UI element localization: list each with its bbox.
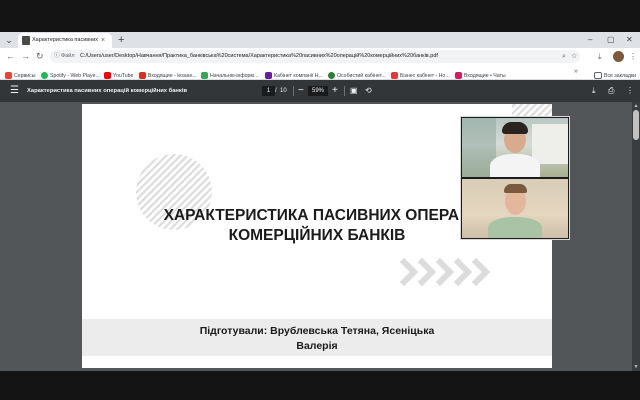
zoom-out-button[interactable]: − (298, 84, 304, 97)
download-icon[interactable]: ⤓ (592, 85, 596, 97)
bookmark-site-icon (201, 72, 208, 80)
address-bar[interactable]: ⓘ Файл C:/Users/user/Desktop/Навчання/Пр… (50, 50, 580, 63)
more-menu-icon[interactable]: ⋮ (629, 51, 637, 62)
site-info-chip[interactable]: ⓘ Файл (54, 52, 75, 61)
pdf-document-title: Характеристика пасивних операцій комерці… (27, 88, 188, 94)
file-chip-label: Файл (61, 53, 75, 59)
slide-authors-band: Підготували: Врублевська Тетяна, Ясеніць… (82, 319, 552, 356)
youtube-icon (104, 72, 111, 80)
more-options-icon[interactable]: ⋮ (626, 85, 634, 97)
scroll-up-arrow-icon[interactable]: ▲ (632, 103, 640, 109)
toolbar-divider (293, 86, 294, 96)
prepared-by-line1: Підготували: Врублевська Тетяна, Ясеніць… (199, 325, 435, 337)
vertical-scrollbar[interactable]: ▲ ▼ (632, 102, 640, 371)
fit-to-page-icon[interactable]: ▣ (350, 85, 358, 97)
maximize-button[interactable]: ▢ (607, 34, 615, 46)
reload-icon[interactable]: ↻ (36, 50, 44, 63)
zoom-level-input[interactable]: 59% (308, 86, 328, 96)
instagram-icon (455, 72, 462, 80)
bookmark-site-icon (265, 72, 272, 80)
scroll-down-arrow-icon[interactable]: ▼ (632, 364, 640, 370)
sidebar-menu-icon[interactable]: ☰ (10, 85, 19, 97)
video-call-panel[interactable] (460, 116, 570, 240)
bookmark-business-cabinet[interactable]: Бізнес кабінет - Но... (391, 67, 450, 80)
pdf-favicon-icon (22, 36, 30, 45)
gmail-icon (139, 72, 146, 80)
bookmark-services[interactable]: Сервисы (5, 67, 36, 80)
background-building (532, 124, 568, 164)
prepared-by-line2: Валерія (296, 340, 338, 352)
bookmark-company-cabinet[interactable]: Кабінет компанії Н... (265, 67, 323, 80)
bookmark-site-icon (391, 72, 398, 80)
spotify-icon (41, 72, 48, 80)
pdf-toolbar: ☰ Характеристика пасивних операцій комер… (0, 80, 640, 102)
close-window-button[interactable]: ✕ (626, 34, 633, 46)
bookmark-gmail[interactable]: Входящие - lesase... (139, 67, 197, 80)
bookmark-spotify[interactable]: Spotify - Web Playe... (41, 67, 100, 80)
minimize-button[interactable]: – (588, 34, 592, 46)
tab-title: Характеристика пасивних опе (32, 37, 98, 43)
bookmark-personal-cabinet[interactable]: Особистий кабінет... (328, 67, 386, 80)
chevron-arrows-decoration (399, 257, 491, 287)
zoom-search-icon[interactable]: ⌕ (562, 52, 566, 61)
bookmark-info[interactable]: Начальню-інформ... (201, 67, 258, 80)
zoom-in-button[interactable]: + (332, 84, 338, 97)
participant-2-body (488, 217, 542, 238)
browser-toolbar: ← → ↻ ⓘ Файл C:/Users/user/Desktop/Навча… (0, 48, 640, 65)
scrollbar-thumb[interactable] (633, 110, 639, 140)
download-icon[interactable]: ⤓ (598, 51, 602, 62)
participant-2-hair (504, 184, 527, 193)
bookmark-instagram[interactable]: Входящие • Чаты (455, 67, 506, 80)
info-icon: ⓘ (54, 53, 60, 59)
participant-1-hair (502, 122, 528, 134)
new-tab-button[interactable]: + (118, 33, 124, 47)
bookmarks-bar: Сервисы Spotify - Web Playe... YouTube В… (0, 65, 640, 80)
rotate-icon[interactable]: ⟲ (365, 85, 372, 97)
bookmarks-more-icon[interactable]: » (574, 67, 578, 77)
participant-1-body (490, 154, 540, 177)
apps-grid-icon (5, 72, 12, 80)
bookmark-youtube[interactable]: YouTube (104, 67, 133, 80)
bookmark-site-icon (328, 72, 335, 80)
bookmark-star-icon[interactable]: ☆ (571, 52, 577, 61)
participant-video-2[interactable] (462, 179, 568, 238)
forward-arrow-icon[interactable]: → (21, 50, 30, 63)
tab-search-icon[interactable]: ⌄ (3, 34, 15, 46)
page-total: 10 (280, 88, 287, 94)
screen-bottom-bar (0, 371, 640, 400)
url-text: C:/Users/user/Desktop/Навчання/Практика_… (80, 53, 438, 59)
print-icon[interactable]: ⎙ (608, 85, 614, 97)
folder-icon (594, 72, 602, 80)
back-arrow-icon[interactable]: ← (6, 50, 15, 63)
profile-avatar[interactable] (613, 51, 624, 62)
browser-tab-active[interactable]: Характеристика пасивних опе × (18, 33, 112, 48)
page-number-input[interactable]: 1 (262, 86, 275, 96)
page-separator: / (275, 88, 277, 94)
screen-top-bar (0, 0, 640, 32)
browser-tab-strip: ⌄ Характеристика пасивних опе × + – ▢ ✕ (0, 32, 640, 48)
participant-video-1[interactable] (462, 118, 568, 177)
toolbar-divider (344, 86, 345, 96)
tab-close-icon[interactable]: × (101, 35, 105, 46)
